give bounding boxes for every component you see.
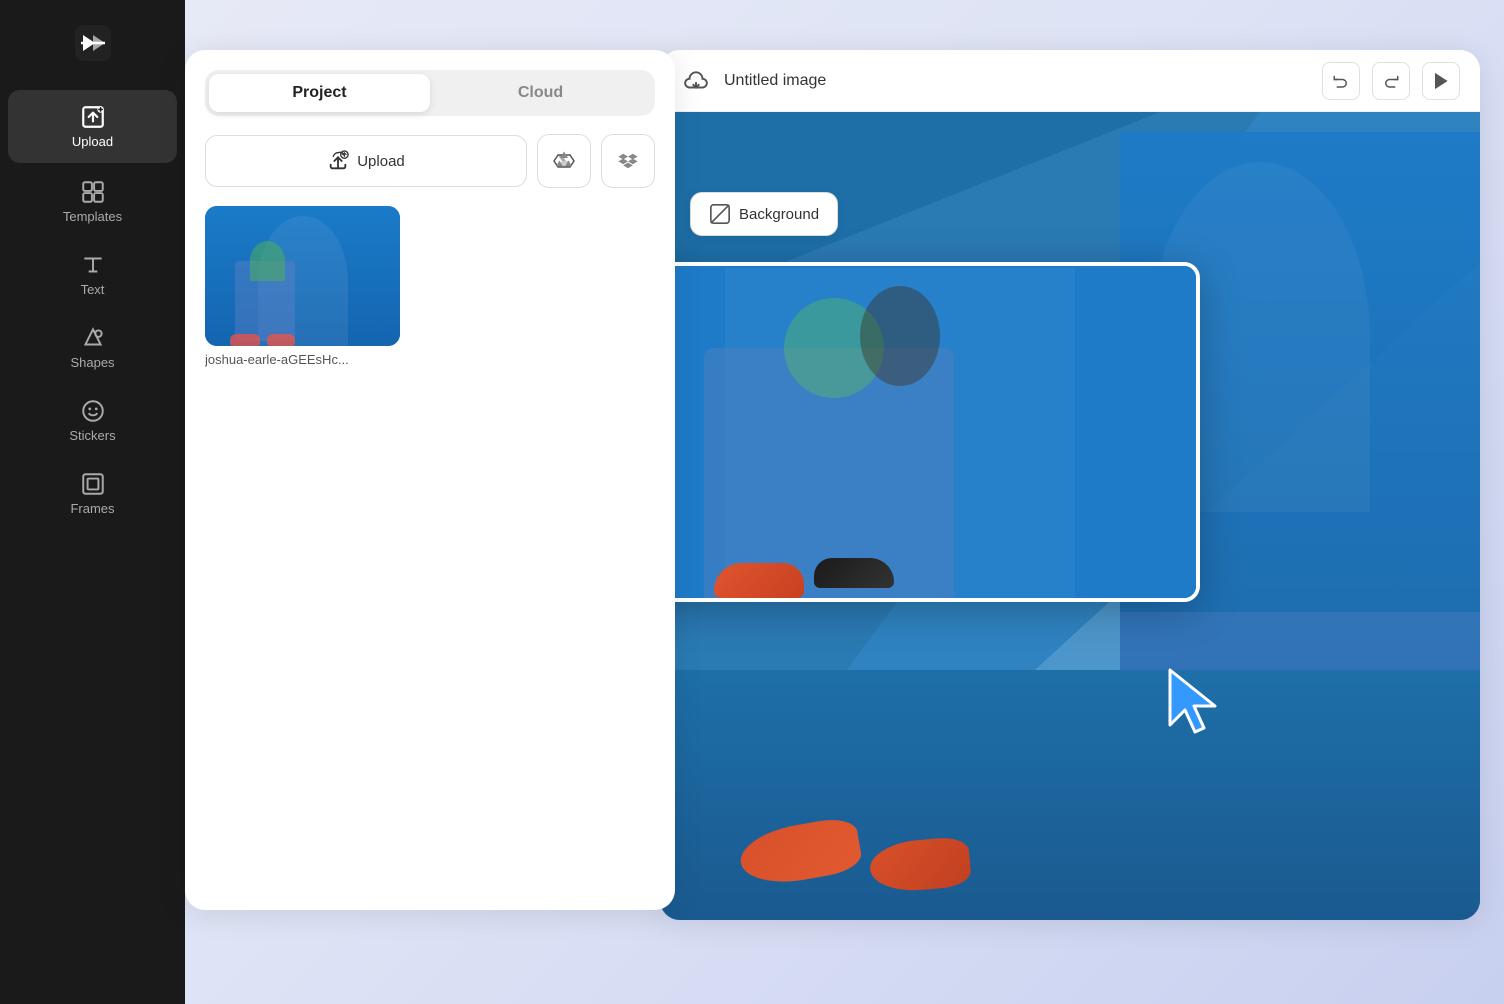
upload-row: Upload xyxy=(205,134,655,188)
sidebar-item-templates[interactable]: Templates xyxy=(0,165,185,238)
redo-icon xyxy=(1382,72,1400,90)
selected-image-card[interactable] xyxy=(660,262,1200,602)
dropbox-button[interactable] xyxy=(601,134,655,188)
export-button[interactable] xyxy=(1422,62,1460,100)
cursor-arrow xyxy=(1160,660,1240,740)
file-grid: joshua-earle-aGEEsHc... xyxy=(205,206,655,367)
sidebar-item-stickers[interactable]: Stickers xyxy=(0,384,185,457)
export-icon xyxy=(1432,72,1450,90)
sidebar-item-frames[interactable]: Frames xyxy=(0,457,185,530)
redo-button[interactable] xyxy=(1372,62,1410,100)
tab-bar: Project Cloud xyxy=(205,70,655,116)
tab-project[interactable]: Project xyxy=(209,74,430,112)
sidebar-item-shapes[interactable]: Shapes xyxy=(0,311,185,384)
canvas-toolbar: Untitled image xyxy=(660,50,1480,112)
app-logo xyxy=(68,18,118,68)
upload-icon xyxy=(327,150,349,172)
canvas-area: Untitled image xyxy=(660,50,1480,920)
undo-icon xyxy=(1332,72,1350,90)
background-button[interactable]: Background xyxy=(690,192,838,236)
file-panel: Project Cloud Upload xyxy=(185,50,675,910)
sidebar-item-stickers-label: Stickers xyxy=(69,428,115,443)
file-name: joshua-earle-aGEEsHc... xyxy=(205,352,400,367)
sidebar-item-text-label: Text xyxy=(81,282,105,297)
tab-cloud[interactable]: Cloud xyxy=(430,74,651,112)
sidebar-item-upload[interactable]: Upload xyxy=(8,90,177,163)
sidebar-item-templates-label: Templates xyxy=(63,209,122,224)
google-drive-icon xyxy=(552,149,576,173)
canvas-image-area: Background xyxy=(660,112,1480,920)
sidebar-item-shapes-label: Shapes xyxy=(70,355,114,370)
background-button-label: Background xyxy=(739,206,819,223)
file-thumbnail xyxy=(205,206,400,346)
dropbox-icon xyxy=(616,149,640,173)
sidebar: Upload Templates Text Shapes xyxy=(0,0,185,1004)
sidebar-item-text[interactable]: Text xyxy=(0,238,185,311)
background-icon xyxy=(709,203,731,225)
cloud-save-icon[interactable] xyxy=(680,65,712,97)
sidebar-item-frames-label: Frames xyxy=(70,501,114,516)
undo-button[interactable] xyxy=(1322,62,1360,100)
canvas-title: Untitled image xyxy=(724,72,1310,90)
sidebar-item-upload-label: Upload xyxy=(72,134,113,149)
google-drive-button[interactable] xyxy=(537,134,591,188)
file-item[interactable]: joshua-earle-aGEEsHc... xyxy=(205,206,400,367)
upload-button[interactable]: Upload xyxy=(205,135,527,187)
upload-button-label: Upload xyxy=(357,153,405,170)
